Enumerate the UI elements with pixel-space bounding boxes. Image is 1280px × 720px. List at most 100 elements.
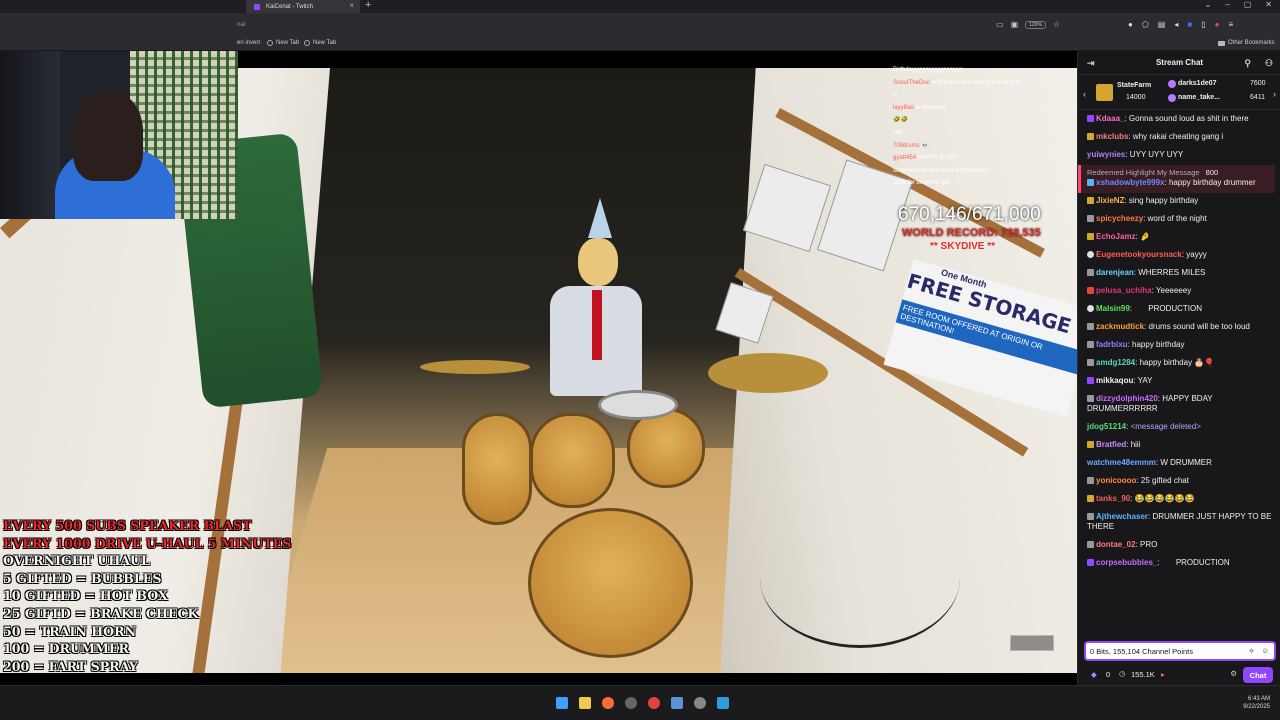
settings-app-icon[interactable]	[694, 697, 706, 709]
close-window-icon[interactable]: ✕	[1265, 0, 1272, 9]
chat-username[interactable]: dontae_02	[1096, 540, 1136, 549]
chat-username[interactable]: fadrbixu	[1096, 340, 1128, 349]
chat-messages[interactable]: Kdaaa_: Gonna sound loud as shit in ther…	[1078, 111, 1280, 631]
channel-points-count[interactable]: 155.1K	[1131, 670, 1155, 679]
chevron-left-icon[interactable]: ‹	[1083, 89, 1086, 99]
windows-taskbar: 6:43 AM 9/22/2025	[0, 685, 1280, 720]
badge-icon	[1168, 80, 1176, 88]
extension-icons: ● ⬠ ▤ ◂ ■ ▯ ● ≡	[1128, 20, 1233, 29]
new-tab-button[interactable]: +	[365, 0, 371, 11]
shield-icon[interactable]: ■	[1187, 20, 1192, 29]
firefox-icon[interactable]	[602, 697, 614, 709]
screenshot-icon[interactable]: ▣	[1011, 20, 1019, 29]
cast-icon[interactable]: ▭	[996, 20, 1004, 29]
editor-app-icon[interactable]	[717, 697, 729, 709]
chat-username[interactable]: amdg1284	[1096, 358, 1135, 367]
chat-username[interactable]: dizzydolphin420	[1096, 394, 1158, 403]
clock-time: 6:43 AM	[1247, 696, 1270, 702]
users-icon[interactable]: ⚇	[1265, 58, 1273, 69]
chat-text: UYY UYY UYY	[1129, 150, 1184, 159]
dropdown-icon[interactable]: ⌄	[1205, 0, 1212, 9]
cursor-icon: ▸	[1161, 670, 1165, 679]
chat-username[interactable]: JixieNZ	[1096, 196, 1124, 205]
chat-text: 🤌	[1140, 232, 1150, 241]
file-explorer-icon[interactable]	[579, 697, 591, 709]
chat-username[interactable]: Bratfied	[1096, 440, 1126, 449]
video-player[interactable]: One Month FREE STORAGE FREE ROOM OFFERED…	[0, 51, 1077, 685]
badge-icon	[1087, 441, 1094, 448]
cymbal	[708, 353, 828, 393]
other-bookmarks[interactable]: Other Bookmarks	[1218, 40, 1275, 46]
settings-gear-icon[interactable]: ⚙	[1230, 669, 1237, 678]
media-icon[interactable]: ▤	[1158, 20, 1166, 29]
overlay-chat-msg: 100x for drummer yet	[893, 180, 951, 187]
chat-username[interactable]: Malsin99	[1096, 304, 1130, 313]
bookmark-item[interactable]: en invert	[237, 40, 260, 46]
chat-username[interactable]: Ajthewchaser	[1096, 512, 1148, 521]
emote-icon[interactable]: ☺	[1261, 646, 1269, 655]
profile-icon[interactable]: ●	[1215, 20, 1220, 29]
chat-username[interactable]: xshadowbyte999x	[1096, 178, 1164, 187]
sub-rules-overlay: EVERY 500 SUBS SPEAKER BLAST EVERY 1000 …	[3, 517, 291, 675]
globe-icon	[267, 40, 273, 46]
chat-username[interactable]: Kdaaa_	[1096, 114, 1124, 123]
chevron-right-icon[interactable]: ›	[1273, 89, 1276, 99]
zoom-level[interactable]: 120%	[1025, 20, 1046, 29]
chat-username[interactable]: Eugenetookyoursnack	[1096, 250, 1182, 259]
chat-username[interactable]: pelusa_uchiha	[1096, 286, 1152, 295]
maximize-icon[interactable]: ▢	[1244, 0, 1252, 9]
bookmark-star-icon[interactable]: ☆	[1053, 20, 1060, 29]
chat-username[interactable]: jdog51214	[1087, 422, 1126, 431]
drum-tom	[462, 413, 532, 525]
bits-icon[interactable]: ⟡	[1249, 646, 1254, 656]
chat-username[interactable]: yuiwynies	[1087, 150, 1125, 159]
sidebar-icon[interactable]: ▯	[1201, 20, 1205, 29]
chat-username[interactable]: mkclubs	[1096, 132, 1128, 141]
menu-icon[interactable]: ≡	[1228, 20, 1233, 29]
chat-text: PRODUCTION	[1148, 304, 1203, 313]
bookmark-item[interactable]: New Tab	[267, 40, 299, 46]
start-icon[interactable]	[556, 697, 568, 709]
tab-close-icon[interactable]: ×	[349, 1, 354, 10]
overlay-chat-msg: w	[893, 92, 898, 99]
chat-text: happy birthday drummer	[1168, 178, 1256, 187]
extension-icon[interactable]: ●	[1128, 20, 1133, 29]
minimize-icon[interactable]: –	[1225, 0, 1229, 9]
badge-icon	[1087, 305, 1094, 312]
bits-diamond-icon[interactable]: ◆	[1091, 670, 1097, 679]
volume-icon[interactable]: ◂	[1174, 20, 1178, 29]
gift-icon	[1096, 84, 1113, 101]
overlay-chat-line: yay	[893, 127, 1073, 140]
chat-message: Eugenetookyoursnack: yayyy	[1087, 247, 1275, 265]
chat-username[interactable]: EchoJamz	[1096, 232, 1136, 241]
leaderboard-name[interactable]: name_take...	[1178, 94, 1220, 101]
chat-username[interactable]: darenjean	[1096, 268, 1134, 277]
tab-twitch[interactable]: KaiCenat - Twitch ×	[246, 0, 360, 13]
chat-username[interactable]: corpsebubbles_	[1096, 558, 1157, 567]
chat-message: yonicoooo: 25 gifted chat	[1087, 473, 1275, 491]
chat-input[interactable]: 0 Bits, 155,104 Channel Points ⟡ ☺	[1084, 641, 1276, 661]
url-text[interactable]: nat	[237, 22, 245, 28]
bookmark-item[interactable]: New Tab	[304, 40, 336, 46]
chat-username[interactable]: spicycheezy	[1096, 214, 1143, 223]
leaderboard-name[interactable]: StateFarm	[1117, 82, 1151, 89]
chat-username[interactable]: tanks_90	[1096, 494, 1130, 503]
chat-username[interactable]: watchme48emmm	[1087, 458, 1156, 467]
system-clock[interactable]: 6:43 AM 9/22/2025	[1243, 695, 1270, 711]
chat-username[interactable]: mikkaqou	[1096, 376, 1133, 385]
puzzle-icon[interactable]: ⬠	[1142, 20, 1149, 29]
collapse-chat-icon[interactable]: ⇥	[1087, 58, 1095, 69]
pin-icon[interactable]: ⚲	[1244, 58, 1251, 69]
chat-text: YAY	[1137, 376, 1153, 385]
leaderboard-name[interactable]: darks1de07	[1178, 80, 1217, 87]
chat-username[interactable]: yonicoooo	[1096, 476, 1136, 485]
document-app-icon[interactable]	[671, 697, 683, 709]
world-record-label: WORLD RECORD: 728,535	[902, 227, 1041, 239]
chat-send-button[interactable]: Chat	[1243, 667, 1273, 683]
badge-icon	[1087, 215, 1094, 222]
chat-username[interactable]: zackmudtick	[1096, 322, 1144, 331]
channel-points-icon[interactable]: ◷	[1119, 669, 1126, 678]
badge-icon	[1087, 495, 1094, 502]
app-icon[interactable]	[625, 697, 637, 709]
media-app-icon[interactable]	[648, 697, 660, 709]
